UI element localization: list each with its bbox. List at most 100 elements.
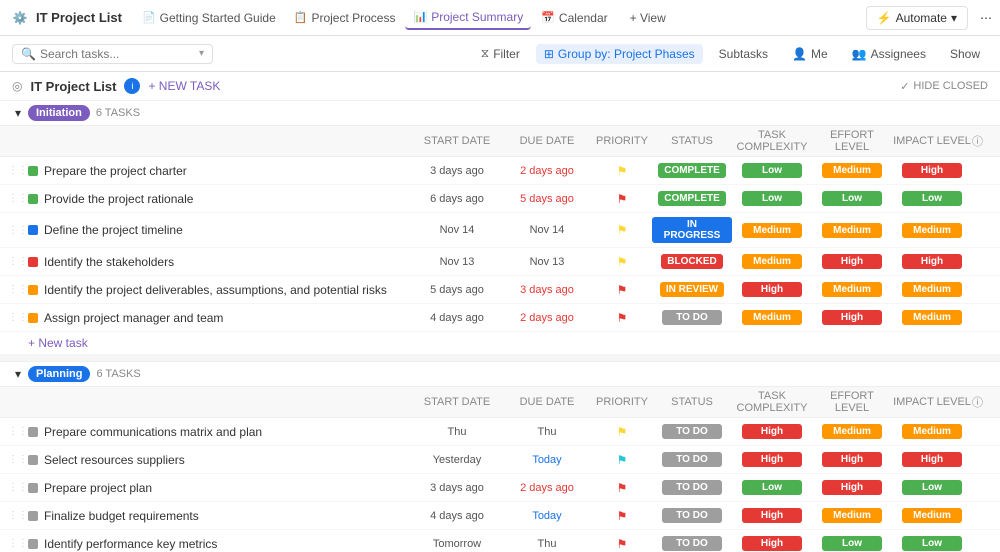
task-due-date: 5 days ago xyxy=(502,193,592,205)
task-impact-badge: Medium xyxy=(892,310,972,325)
group-by-button[interactable]: ⊞ Group by: Project Phases xyxy=(536,44,703,64)
table-row[interactable]: ⋮⋮ Assign project manager and team 4 day… xyxy=(0,304,1000,332)
task-impact-badge: Medium xyxy=(892,282,972,297)
task-start-date: 5 days ago xyxy=(412,284,502,296)
project-icon: ◎ xyxy=(12,79,22,93)
task-priority-flag: ⚑ xyxy=(592,223,652,237)
task-start-date: Tomorrow xyxy=(412,538,502,550)
table-row[interactable]: ⋮⋮ Select resources suppliers Yesterday … xyxy=(0,446,1000,474)
task-due-date: 2 days ago xyxy=(502,165,592,177)
table-row[interactable]: ⋮⋮ Provide the project rationale 6 days … xyxy=(0,185,1000,213)
col-headers-initiation: START DATE DUE DATE PRIORITY STATUS TASK… xyxy=(0,126,1000,157)
automate-icon: ⚡ xyxy=(877,11,892,25)
task-status-badge: TO DO xyxy=(652,424,732,439)
drag-handle: ⋮⋮ xyxy=(8,510,24,521)
new-task-button-initiation[interactable]: + New task xyxy=(0,332,1000,354)
col-effort-label: EFFORT LEVEL xyxy=(812,129,892,153)
group-icon: ⊞ xyxy=(544,47,554,61)
task-complexity-badge: Low xyxy=(732,191,812,206)
col-status-label: STATUS xyxy=(652,135,732,147)
drag-handle: ⋮⋮ xyxy=(8,312,24,323)
col-start-label: START DATE xyxy=(412,135,502,147)
task-count-planning: 6 TASKS xyxy=(96,368,140,380)
task-due-date: Thu xyxy=(502,426,592,438)
task-status-badge: BLOCKED xyxy=(652,254,732,269)
assignees-button[interactable]: 👥 Assignees xyxy=(844,44,934,64)
main-content: ◎ IT Project List i + NEW TASK ✓ HIDE CL… xyxy=(0,72,1000,552)
task-effort-badge: Medium xyxy=(812,223,892,238)
task-impact-badge: High xyxy=(892,163,972,178)
col-complexity-label: TASK COMPLEXITY xyxy=(732,390,812,414)
table-row[interactable]: ⋮⋮ Define the project timeline Nov 14 No… xyxy=(0,213,1000,248)
col-priority-label: PRIORITY xyxy=(592,396,652,408)
col-headers-planning: START DATE DUE DATE PRIORITY STATUS TASK… xyxy=(0,387,1000,418)
table-row[interactable]: ⋮⋮ Prepare the project charter 3 days ag… xyxy=(0,157,1000,185)
task-complexity-badge: Medium xyxy=(732,223,812,238)
tab-project-process[interactable]: 📋Project Process xyxy=(286,6,404,30)
drag-handle: ⋮⋮ xyxy=(8,165,24,176)
task-status-badge: COMPLETE xyxy=(652,163,732,178)
task-start-date: Nov 14 xyxy=(412,224,502,236)
task-effort-badge: Medium xyxy=(812,163,892,178)
tab-getting-started[interactable]: 📄Getting Started Guide xyxy=(134,6,284,30)
drag-handle: ⋮⋮ xyxy=(8,482,24,493)
task-impact-badge: Low xyxy=(892,536,972,551)
task-name: Select resources suppliers xyxy=(44,453,412,467)
task-color-dot xyxy=(28,225,38,235)
automate-button[interactable]: ⚡ Automate ▾ xyxy=(866,6,968,30)
new-task-header-button[interactable]: + NEW TASK xyxy=(148,79,220,93)
share-button[interactable]: ⋯ xyxy=(980,11,992,25)
task-complexity-badge: High xyxy=(732,282,812,297)
task-color-dot xyxy=(28,285,38,295)
task-impact-badge: High xyxy=(892,452,972,467)
task-start-date: 6 days ago xyxy=(412,193,502,205)
tab-project-summary[interactable]: 📊Project Summary xyxy=(405,6,531,30)
task-priority-flag: ⚑ xyxy=(592,425,652,439)
task-priority-flag: ⚑ xyxy=(592,537,652,551)
task-complexity-badge: High xyxy=(732,424,812,439)
search-input[interactable] xyxy=(40,47,195,61)
tab-icon-project-summary: 📊 xyxy=(413,10,427,23)
col-impact-label: IMPACT LEVEL xyxy=(892,396,972,408)
search-box[interactable]: 🔍 ▾ xyxy=(12,44,213,64)
task-complexity-badge: High xyxy=(732,536,812,551)
table-row[interactable]: ⋮⋮ Identify performance key metrics Tomo… xyxy=(0,530,1000,552)
section-header-initiation: ▾ Initiation 6 TASKS xyxy=(0,101,1000,126)
me-button[interactable]: 👤 Me xyxy=(784,44,836,64)
task-impact-badge: Medium xyxy=(892,508,972,523)
info-icon[interactable]: i xyxy=(124,78,140,94)
settings-icon[interactable]: ⚙️ xyxy=(8,6,32,30)
col-due-label: DUE DATE xyxy=(502,396,592,408)
task-effort-badge: Medium xyxy=(812,424,892,439)
table-row[interactable]: ⋮⋮ Identify the stakeholders Nov 13 Nov … xyxy=(0,248,1000,276)
sections-container: ▾ Initiation 6 TASKS START DATE DUE DATE… xyxy=(0,101,1000,552)
filter-icon: ⧖ xyxy=(481,46,489,61)
hide-closed-button[interactable]: ✓ HIDE CLOSED xyxy=(900,80,988,93)
section-toggle-initiation[interactable]: ▾ xyxy=(8,106,28,120)
task-priority-flag: ⚑ xyxy=(592,255,652,269)
task-impact-badge: Medium xyxy=(892,223,972,238)
task-complexity-badge: Low xyxy=(732,480,812,495)
show-button[interactable]: Show xyxy=(942,44,988,64)
task-complexity-badge: Low xyxy=(732,163,812,178)
me-icon: 👤 xyxy=(792,47,807,61)
task-name: Prepare the project charter xyxy=(44,164,412,178)
task-due-date: Thu xyxy=(502,538,592,550)
table-row[interactable]: ⋮⋮ Prepare communications matrix and pla… xyxy=(0,418,1000,446)
task-due-date: Nov 14 xyxy=(502,224,592,236)
table-row[interactable]: ⋮⋮ Prepare project plan 3 days ago 2 day… xyxy=(0,474,1000,502)
tab-view[interactable]: + View xyxy=(618,6,674,30)
subtasks-button[interactable]: Subtasks xyxy=(711,44,776,64)
section-divider xyxy=(0,354,1000,362)
tab-calendar[interactable]: 📅Calendar xyxy=(533,6,615,30)
col-effort-label: EFFORT LEVEL xyxy=(812,390,892,414)
top-nav: ⚙️ IT Project List 📄Getting Started Guid… xyxy=(0,0,1000,36)
task-color-dot xyxy=(28,511,38,521)
col-status-label: STATUS xyxy=(652,396,732,408)
table-row[interactable]: ⋮⋮ Identify the project deliverables, as… xyxy=(0,276,1000,304)
drag-handle: ⋮⋮ xyxy=(8,256,24,267)
filter-button[interactable]: ⧖ Filter xyxy=(473,43,528,64)
drag-handle: ⋮⋮ xyxy=(8,538,24,549)
table-row[interactable]: ⋮⋮ Finalize budget requirements 4 days a… xyxy=(0,502,1000,530)
section-toggle-planning[interactable]: ▾ xyxy=(8,367,28,381)
